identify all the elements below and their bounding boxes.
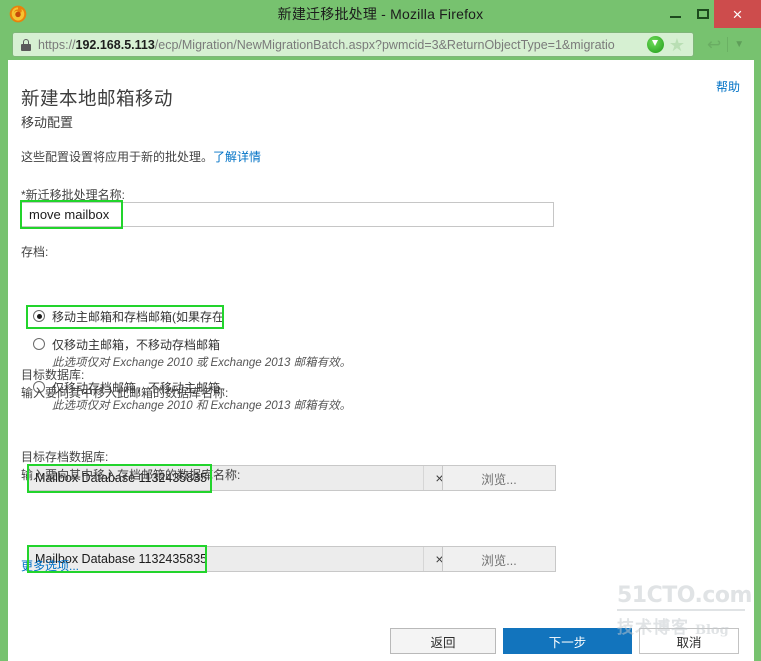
archive-option-primary-only[interactable]: 仅移动主邮箱，不移动存档邮箱 [33,336,220,354]
lock-icon [21,38,31,51]
archive-option-primary-only-note: 此选项仅对 Exchange 2010 或 Exchange 2013 邮箱有效… [52,357,352,369]
chevron-down-icon[interactable]: ▼ [734,39,744,50]
radio-icon [33,338,45,350]
url-path: /ecp/Migration/NewMigrationBatch.aspx?pw… [154,37,615,52]
intro-text: 这些配置设置将应用于新的批处理。 [21,150,214,164]
target-archive-database-value: Mailbox Database 1132435835 [35,552,208,566]
window-title-bar: 新建迁移批处理 - Mozilla Firefox × [0,0,761,28]
watermark-main-text: 51CTO.com [617,583,752,608]
firefox-window: 新建迁移批处理 - Mozilla Firefox × https://192.… [0,0,761,661]
back-arrow-icon[interactable]: ↩ [707,36,721,53]
back-button[interactable]: 返回 [390,628,496,654]
minimize-button[interactable] [660,0,690,28]
archive-option-primary-only-label: 仅移动主邮箱，不移动存档邮箱 [52,338,221,352]
batch-name-label: *新迁移批处理名称: [21,188,126,202]
radio-icon-selected [33,310,45,322]
browser-navigation-bar: https://192.168.5.113/ecp/Migration/NewM… [0,28,761,60]
toolbar-divider [727,37,729,52]
url-text: https://192.168.5.113/ecp/Migration/NewM… [38,38,647,52]
close-button[interactable]: × [714,0,761,28]
url-bar[interactable]: https://192.168.5.113/ecp/Migration/NewM… [12,32,694,57]
more-options-link[interactable]: 更多选项... [21,557,79,574]
target-archive-database-label: 目标存档数据库: [21,450,109,464]
intro-text-row: 这些配置设置将应用于新的批处理。了解详情 [21,148,261,165]
star-icon[interactable]: ★ [669,36,685,54]
download-arrow-icon[interactable] [646,36,664,53]
page-subtitle: 移动配置 [21,115,74,130]
next-button[interactable]: 下一步 [503,628,632,654]
batch-name-input[interactable] [21,202,554,227]
target-archive-database-browse-button[interactable]: 浏览... [442,546,556,572]
archive-label: 存档: [21,245,49,259]
page-title: 新建本地邮箱移动 [21,88,174,109]
close-icon: × [732,4,743,24]
maximize-icon [697,9,709,19]
url-host: 192.168.5.113 [75,37,155,52]
url-prefix: https:// [38,37,76,52]
target-archive-database-picker[interactable]: Mailbox Database 1132435835 × [27,546,456,572]
learn-more-link[interactable]: 了解详情 [213,150,261,164]
target-database-browse-button[interactable]: 浏览... [442,465,556,491]
cancel-button[interactable]: 取消 [639,628,739,654]
help-link[interactable]: 帮助 [716,78,740,95]
watermark-rule [617,609,745,611]
minimize-icon [669,16,681,18]
archive-option-both[interactable]: 移动主邮箱和存档邮箱(如果存在 [33,308,224,326]
page-content: 帮助 新建本地邮箱移动 移动配置 这些配置设置将应用于新的批处理。了解详情 *新… [8,60,754,661]
target-archive-database-hint: 输入要向其中移入存档邮箱的数据库名称: [21,468,241,482]
target-database-hint: 输入要向其中移入此邮箱的数据库名称: [21,386,229,400]
archive-option-both-label: 移动主邮箱和存档邮箱(如果存在 [52,310,224,324]
window-title-text: 新建迁移批处理 - Mozilla Firefox [277,6,484,22]
target-database-label: 目标数据库: [21,368,85,382]
nav-extra-controls: ↩ ▼ [703,32,759,57]
